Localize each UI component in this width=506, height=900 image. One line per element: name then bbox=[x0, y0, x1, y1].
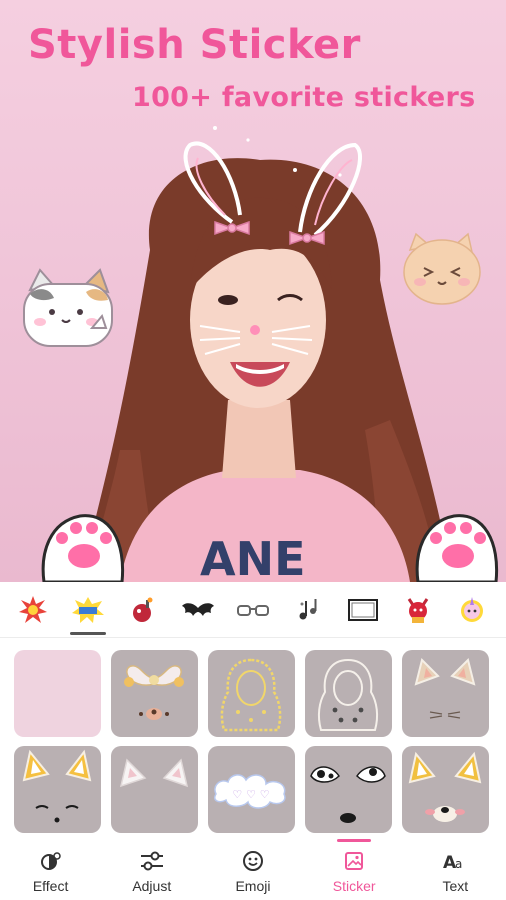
nav-adjust[interactable]: Adjust bbox=[107, 838, 197, 894]
nav-emoji[interactable]: Emoji bbox=[208, 838, 298, 894]
nav-sticker-label: Sticker bbox=[332, 878, 376, 894]
effect-icon bbox=[38, 850, 64, 872]
sticker-tile-dog-ears[interactable] bbox=[402, 746, 489, 833]
boom-sticker-icon[interactable] bbox=[11, 585, 55, 635]
nav-text[interactable]: Aa Text bbox=[410, 838, 500, 894]
unicorn-sticker-icon[interactable] bbox=[450, 585, 494, 635]
sticker-image-icon bbox=[341, 850, 367, 872]
nav-emoji-label: Emoji bbox=[235, 878, 271, 894]
svg-text:a: a bbox=[455, 857, 462, 871]
photo-frame-icon[interactable] bbox=[341, 585, 385, 635]
music-notes-icon[interactable] bbox=[286, 585, 330, 635]
svg-text:♡ ♡ ♡: ♡ ♡ ♡ bbox=[232, 788, 269, 801]
glasses-icon[interactable] bbox=[231, 585, 275, 635]
text-aa-icon: Aa bbox=[442, 850, 468, 872]
sticker-grid: ♡ ♡ ♡ bbox=[14, 650, 494, 833]
nav-sticker[interactable]: Sticker bbox=[309, 838, 399, 894]
sticker-tile-cow-ears[interactable] bbox=[305, 746, 392, 833]
nav-effect[interactable]: Effect bbox=[6, 838, 96, 894]
sticker-category-strip bbox=[0, 582, 506, 638]
hero-title: Stylish Sticker bbox=[28, 22, 361, 68]
hero-subtitle: 100+ favorite stickers bbox=[132, 82, 476, 113]
bottom-nav: Effect Adjust Emoji Sticker Aa Text bbox=[0, 838, 506, 900]
sticker-tile-hood-outline[interactable] bbox=[305, 650, 392, 737]
sticker-tile-fox-ears[interactable] bbox=[14, 746, 101, 833]
bat-wings-icon[interactable] bbox=[176, 585, 220, 635]
smiley-icon bbox=[240, 850, 266, 872]
nav-adjust-label: Adjust bbox=[132, 878, 172, 894]
sticker-tile-yellow-hood[interactable] bbox=[208, 650, 295, 737]
sticker-tile-cloud-text[interactable]: ♡ ♡ ♡ bbox=[208, 746, 295, 833]
sticker-tile-bear-bow[interactable] bbox=[111, 650, 198, 737]
sliders-icon bbox=[139, 850, 165, 872]
nav-text-label: Text bbox=[442, 878, 469, 894]
devil-sticker-icon[interactable] bbox=[396, 585, 440, 635]
sticker-tile-blank[interactable] bbox=[14, 650, 101, 737]
nav-effect-label: Effect bbox=[32, 878, 69, 894]
pow-sticker-icon[interactable] bbox=[66, 585, 110, 635]
svg-text:ANE: ANE bbox=[200, 532, 306, 582]
sticker-tile-cat-ears[interactable] bbox=[402, 650, 489, 737]
hero-banner: ANE Stylish Sticker 100+ favorite sticke… bbox=[0, 0, 506, 582]
sticker-tile-white-cat-ears[interactable] bbox=[111, 746, 198, 833]
bomb-sticker-icon[interactable] bbox=[121, 585, 165, 635]
